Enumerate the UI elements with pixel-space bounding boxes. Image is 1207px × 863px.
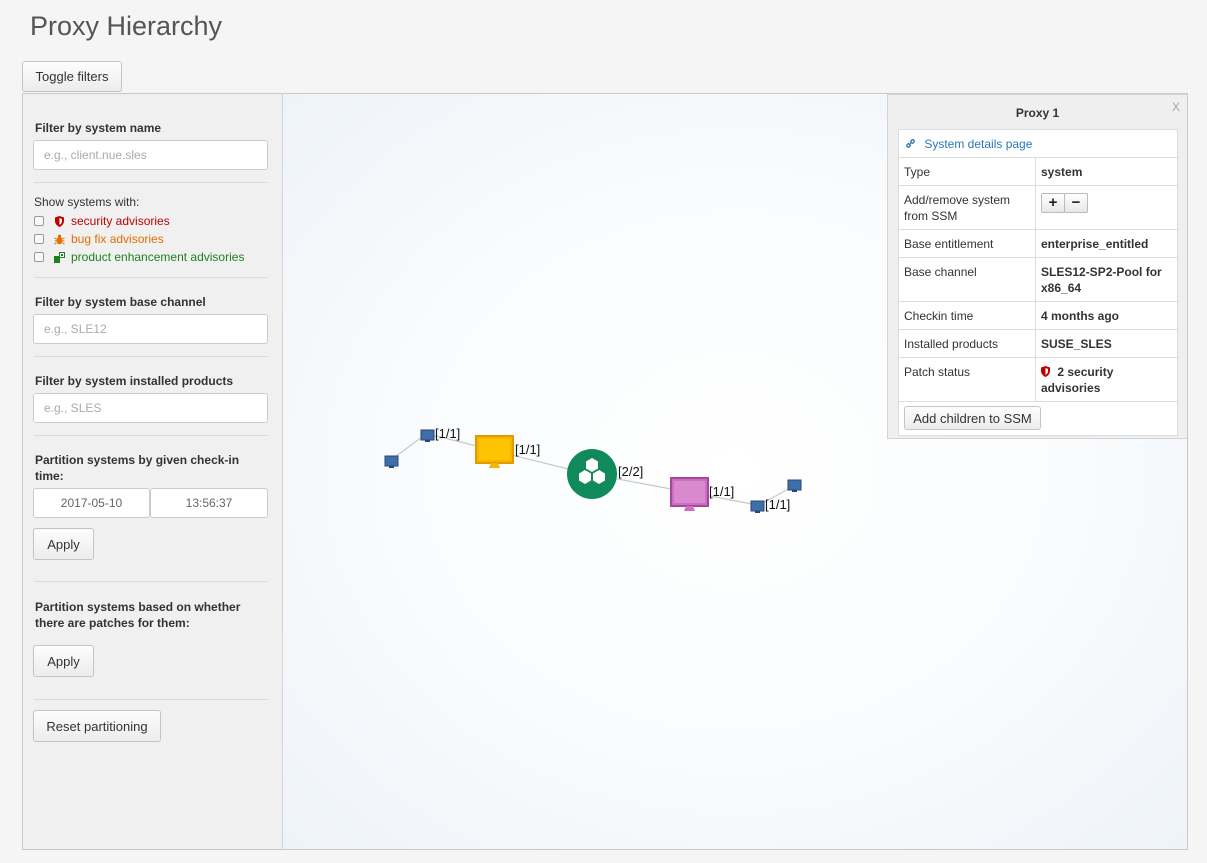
add-children-to-ssm-button[interactable]: Add children to SSM bbox=[904, 406, 1041, 430]
shield-icon bbox=[53, 215, 65, 227]
divider bbox=[34, 277, 268, 278]
details-row-checkin: Checkin time 4 months ago bbox=[898, 301, 1178, 330]
top-client-count-label: [1/1] bbox=[435, 426, 461, 441]
installed-products-filter-input[interactable] bbox=[33, 393, 268, 423]
proxy-1-node[interactable] bbox=[475, 435, 514, 468]
entitlement-key: Base entitlement bbox=[898, 229, 1036, 258]
security-advisories-label: security advisories bbox=[71, 214, 170, 228]
filter-sidebar: Filter by system name Show systems with:… bbox=[23, 94, 283, 849]
client-node[interactable] bbox=[420, 429, 435, 442]
divider bbox=[34, 699, 268, 700]
type-key: Type bbox=[898, 157, 1036, 186]
divider bbox=[34, 182, 268, 183]
shield-icon bbox=[1041, 365, 1057, 379]
product-enhancement-advisories-label: product enhancement advisories bbox=[71, 250, 245, 264]
bug-icon bbox=[53, 234, 65, 245]
show-systems-label: Show systems with: bbox=[34, 195, 140, 209]
entitlement-value: enterprise_entitled bbox=[1035, 229, 1178, 258]
type-value: system bbox=[1035, 157, 1178, 186]
installed-products-filter-label: Filter by system installed products bbox=[35, 374, 234, 388]
system-details-panel: X Proxy 1 System details page Type syste… bbox=[887, 94, 1187, 439]
ssm-key: Add/remove system from SSM bbox=[898, 185, 1036, 230]
channel-value: SLES12-SP2-Pool for x86_64 bbox=[1035, 257, 1178, 302]
client-node[interactable] bbox=[750, 500, 765, 513]
bottom-client-count-label: [1/1] bbox=[765, 497, 791, 512]
system-name-filter-input[interactable] bbox=[33, 140, 268, 170]
details-title: Proxy 1 bbox=[1015, 106, 1060, 120]
base-channel-filter-input[interactable] bbox=[33, 314, 268, 344]
root-count-label: [2/2] bbox=[618, 464, 644, 479]
details-row-products: Installed products SUSE_SLES bbox=[898, 329, 1178, 358]
patches-partition-label: Partition systems based on whether there… bbox=[35, 600, 241, 630]
checkin-date-input[interactable] bbox=[33, 488, 150, 518]
base-channel-filter-label: Filter by system base channel bbox=[35, 295, 206, 309]
details-table: System details page Type system Add/remo… bbox=[898, 129, 1178, 436]
details-row-type: Type system bbox=[898, 157, 1178, 186]
product-enhancement-advisories-checkbox[interactable] bbox=[34, 252, 44, 262]
checkin-partition-label: Partition systems by given check-in time… bbox=[35, 453, 240, 483]
patches-apply-button[interactable]: Apply bbox=[33, 645, 94, 677]
remove-from-ssm-button[interactable]: − bbox=[1064, 193, 1088, 213]
details-row-channel: Base channel SLES12-SP2-Pool for x86_64 bbox=[898, 257, 1178, 302]
details-row-entitlement: Base entitlement enterprise_entitled bbox=[898, 229, 1178, 258]
product-enhancement-advisories-option[interactable]: product enhancement advisories bbox=[34, 249, 244, 265]
toggle-filters-button[interactable]: Toggle filters bbox=[22, 61, 122, 92]
divider bbox=[34, 435, 268, 436]
hierarchy-panel: Filter by system name Show systems with:… bbox=[22, 93, 1188, 850]
checkin-time-input[interactable] bbox=[150, 488, 268, 518]
security-advisories-checkbox[interactable] bbox=[34, 216, 44, 226]
system-details-link-label: System details page bbox=[924, 137, 1033, 151]
system-name-filter-label: Filter by system name bbox=[35, 121, 162, 135]
details-row-ssm: Add/remove system from SSM + − bbox=[898, 185, 1178, 230]
proxy-2-node[interactable] bbox=[670, 477, 709, 511]
proxy-2-count-label: [1/1] bbox=[709, 484, 735, 499]
patch-key: Patch status bbox=[898, 357, 1036, 402]
reset-partitioning-button[interactable]: Reset partitioning bbox=[33, 710, 161, 742]
page-title: Proxy Hierarchy bbox=[30, 11, 223, 41]
products-value: SUSE_SLES bbox=[1035, 329, 1178, 358]
client-node[interactable] bbox=[384, 455, 399, 468]
puzzle-icon bbox=[53, 251, 65, 263]
proxy-1-count-label: [1/1] bbox=[515, 442, 541, 457]
add-to-ssm-button[interactable]: + bbox=[1041, 193, 1065, 213]
root-node[interactable] bbox=[567, 449, 617, 499]
client-node[interactable] bbox=[787, 479, 802, 492]
products-key: Installed products bbox=[898, 329, 1036, 358]
bug-fix-advisories-option[interactable]: bug fix advisories bbox=[34, 231, 164, 247]
channel-key: Base channel bbox=[898, 257, 1036, 302]
divider bbox=[34, 356, 268, 357]
bug-fix-advisories-checkbox[interactable] bbox=[34, 234, 44, 244]
checkin-apply-button[interactable]: Apply bbox=[33, 528, 94, 560]
system-details-link[interactable]: System details page bbox=[905, 137, 1032, 151]
checkin-value: 4 months ago bbox=[1035, 301, 1178, 330]
details-row-patch: Patch status 2 security advisories bbox=[898, 357, 1178, 402]
divider bbox=[34, 581, 268, 582]
bug-fix-advisories-label: bug fix advisories bbox=[71, 232, 164, 246]
security-advisories-option[interactable]: security advisories bbox=[34, 213, 170, 229]
checkin-key: Checkin time bbox=[898, 301, 1036, 330]
link-icon bbox=[905, 137, 924, 151]
